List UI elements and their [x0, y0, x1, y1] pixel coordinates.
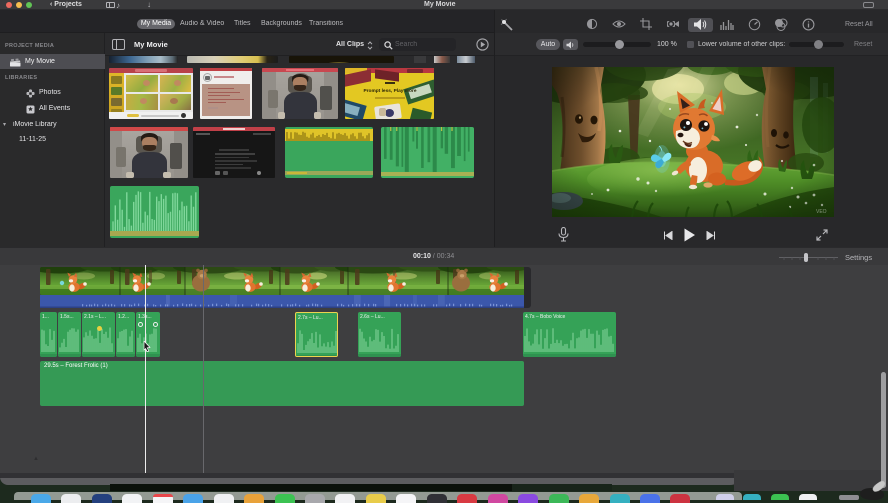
svg-text:VEO: VEO — [816, 209, 827, 215]
